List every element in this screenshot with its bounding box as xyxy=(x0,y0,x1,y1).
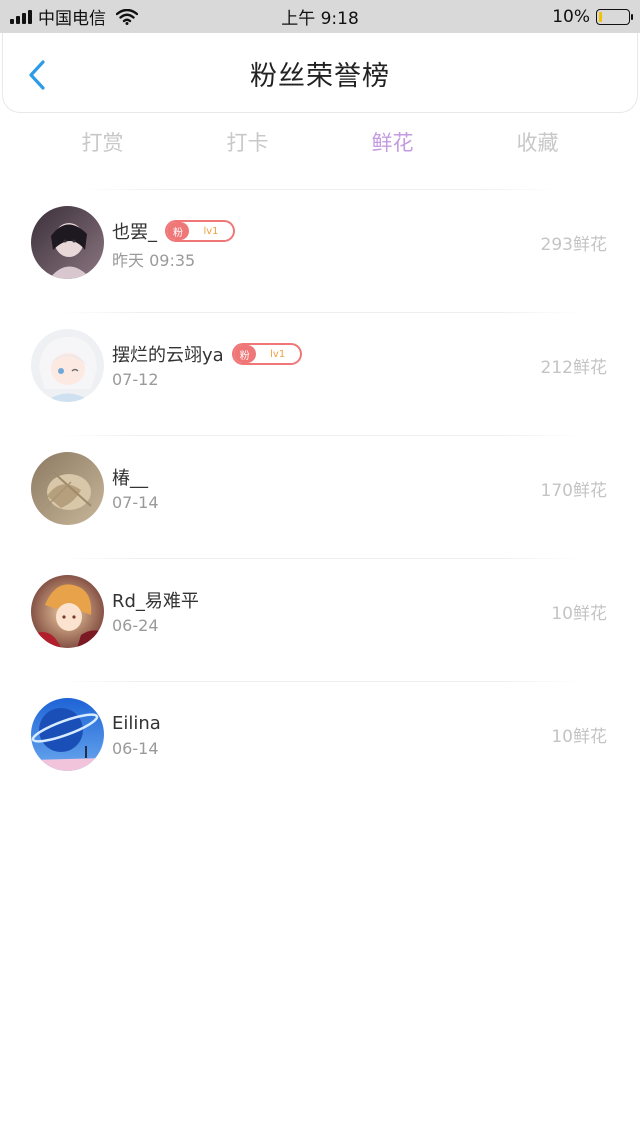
user-time: 07-12 xyxy=(112,370,159,389)
fan-level-badge: 粉 lv1 xyxy=(231,343,302,365)
user-time: 07-14 xyxy=(112,493,159,512)
flower-count: 10鲜花 xyxy=(551,727,607,747)
list-item[interactable]: 椿__ 07-14 170鲜花 xyxy=(0,436,640,559)
battery-icon xyxy=(596,8,633,25)
user-name[interactable]: Rd_易难平 xyxy=(112,587,199,613)
tab-checkin[interactable]: 打卡 xyxy=(175,120,320,164)
page-title: 粉丝荣誉榜 xyxy=(250,60,390,92)
user-info: 摆烂的云翊ya 粉 lv1 07-12 xyxy=(112,340,302,389)
avatar[interactable] xyxy=(31,329,104,402)
list-item[interactable]: Eilina 06-14 10鲜花 xyxy=(0,682,640,805)
user-name[interactable]: 椿__ xyxy=(112,464,148,490)
flower-count: 212鲜花 xyxy=(540,358,607,378)
user-name[interactable]: 也罢_ xyxy=(112,218,157,244)
fan-list: 也罢_ 粉 lv1 昨天 09:35 293鲜花 摆烂的云翊ya 粉 lv1 0… xyxy=(0,190,640,805)
user-info: 也罢_ 粉 lv1 昨天 09:35 xyxy=(112,217,235,271)
flower-count: 170鲜花 xyxy=(540,481,607,501)
status-right: 10% xyxy=(552,0,633,33)
fan-level-badge: 粉 lv1 xyxy=(165,220,235,242)
tab-reward[interactable]: 打赏 xyxy=(30,120,175,164)
status-time: 上午 9:18 xyxy=(281,9,359,29)
nav-bar: 粉丝荣誉榜 xyxy=(2,33,638,113)
status-bar: 中国电信 上午 9:18 10% xyxy=(0,0,640,33)
avatar[interactable] xyxy=(31,206,104,279)
user-info: Eilina 06-14 xyxy=(112,709,161,759)
user-time: 06-24 xyxy=(112,616,159,635)
list-item[interactable]: 摆烂的云翊ya 粉 lv1 07-12 212鲜花 xyxy=(0,313,640,436)
user-time: 06-14 xyxy=(112,739,159,758)
badge-level: lv1 xyxy=(270,348,286,360)
avatar[interactable] xyxy=(31,698,104,771)
flower-count: 10鲜花 xyxy=(551,604,607,624)
tab-favorites[interactable]: 收藏 xyxy=(465,120,610,164)
user-name[interactable]: Eilina xyxy=(112,713,161,734)
avatar[interactable] xyxy=(31,575,104,648)
list-item[interactable]: 也罢_ 粉 lv1 昨天 09:35 293鲜花 xyxy=(0,190,640,313)
flower-count: 293鲜花 xyxy=(540,235,607,255)
badge-level: lv1 xyxy=(203,225,219,237)
list-item[interactable]: Rd_易难平 06-24 10鲜花 xyxy=(0,559,640,682)
battery-percent: 10% xyxy=(552,6,590,27)
user-info: Rd_易难平 06-24 xyxy=(112,586,199,635)
battery-fill xyxy=(599,11,602,22)
tab-bar: 打赏 打卡 鲜花 收藏 xyxy=(30,120,610,164)
user-info: 椿__ 07-14 xyxy=(112,463,159,512)
user-name[interactable]: 摆烂的云翊ya xyxy=(112,341,224,367)
user-time: 昨天 09:35 xyxy=(112,251,196,270)
badge-tag: 粉 xyxy=(233,345,256,363)
badge-tag: 粉 xyxy=(167,222,189,240)
avatar[interactable] xyxy=(31,452,104,525)
tab-flowers[interactable]: 鲜花 xyxy=(320,120,465,164)
